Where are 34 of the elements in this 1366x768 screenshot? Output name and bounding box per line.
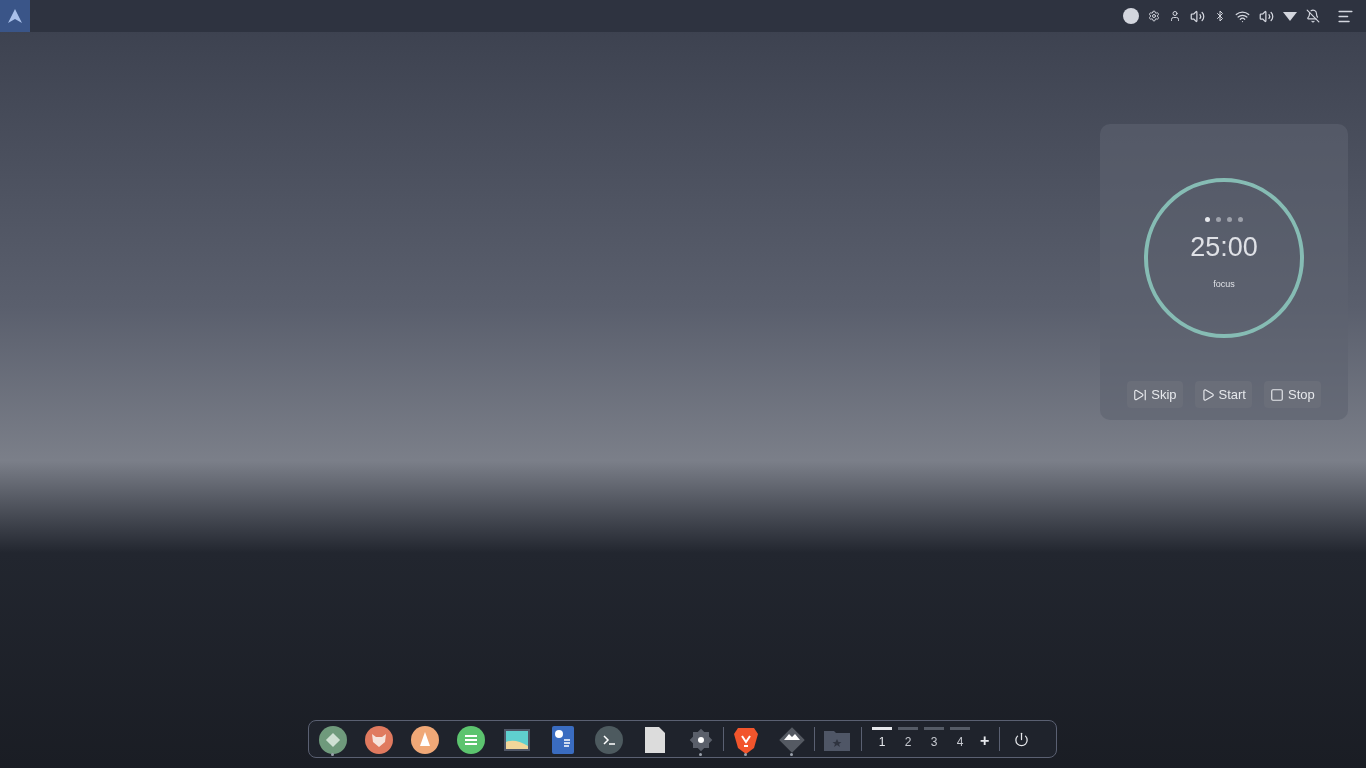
timer-time: 25:00 xyxy=(1190,234,1258,261)
lion-icon xyxy=(734,726,758,754)
start-button[interactable]: Start xyxy=(1194,381,1252,408)
add-workspace-button[interactable]: + xyxy=(980,725,990,753)
wifi-icon[interactable] xyxy=(1235,8,1250,24)
bluetooth-icon[interactable] xyxy=(1214,10,1226,22)
bell-off-icon[interactable] xyxy=(1306,9,1320,23)
power-icon[interactable] xyxy=(1014,731,1030,747)
user-icon[interactable] xyxy=(1169,10,1181,22)
folder-icon xyxy=(824,729,850,751)
volume-icon[interactable] xyxy=(1190,8,1205,24)
skip-icon xyxy=(1133,387,1148,402)
play-icon xyxy=(1200,387,1215,402)
workspace-tab[interactable]: 1 xyxy=(872,727,892,751)
lines-icon xyxy=(457,726,485,754)
launcher-button[interactable] xyxy=(0,0,30,32)
volume-icon[interactable] xyxy=(1259,8,1274,24)
file-icon xyxy=(645,727,665,753)
fox-icon xyxy=(365,726,393,754)
traffic-cone-icon xyxy=(411,726,439,754)
workspace-tab[interactable]: 3 xyxy=(924,727,944,751)
settings-icon[interactable] xyxy=(1148,10,1160,22)
workspace-tab[interactable]: 4 xyxy=(950,727,970,751)
document-icon xyxy=(552,726,574,754)
circle-icon[interactable] xyxy=(1123,8,1139,24)
stop-icon xyxy=(1270,387,1284,402)
timer-mode: focus xyxy=(1213,278,1235,291)
picture-icon xyxy=(503,726,531,754)
skip-button[interactable]: Skip xyxy=(1127,381,1183,408)
arch-logo-icon xyxy=(8,9,22,23)
triangle-icon[interactable] xyxy=(1283,11,1297,21)
stop-button[interactable]: Stop xyxy=(1264,381,1321,408)
terminal-icon xyxy=(595,726,623,754)
workspace-tab[interactable]: 2 xyxy=(898,727,918,751)
